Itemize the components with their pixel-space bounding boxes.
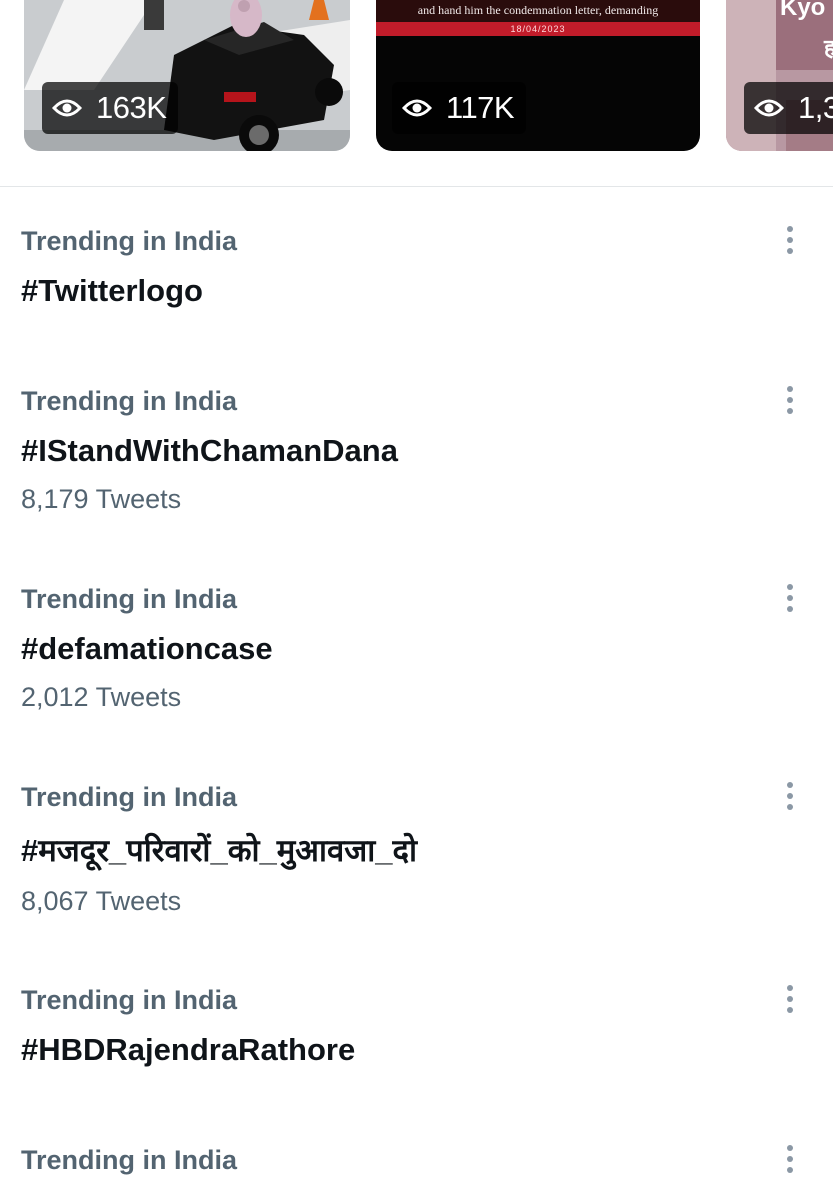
view-count-badge: 163K [42, 82, 179, 134]
tweet-count: 8,179 Tweets [21, 484, 182, 514]
trend-name: #IStandWithChamanDana [21, 433, 398, 468]
trend-context: Trending in India [21, 782, 237, 812]
eye-icon [402, 99, 432, 117]
trend-context: Trending in India [21, 584, 237, 614]
video-caption-date: 18/04/2023 [376, 22, 700, 36]
more-options-icon[interactable] [776, 380, 804, 420]
media-card-1[interactable]: 163K [24, 0, 350, 151]
more-options-icon[interactable] [776, 1139, 804, 1179]
media-card-2[interactable]: and hand him the condemnation letter, de… [376, 0, 700, 151]
eye-icon [52, 99, 82, 117]
view-count: 117K [446, 90, 515, 125]
view-count-badge: 117K [392, 82, 527, 134]
view-count: 163K [96, 90, 167, 125]
view-count-badge: 1,3 [744, 82, 833, 134]
video-caption: and hand him the condemnation letter, de… [376, 0, 700, 22]
more-options-icon[interactable] [776, 220, 804, 260]
more-options-icon[interactable] [776, 578, 804, 618]
eye-icon [754, 99, 784, 117]
more-options-icon[interactable] [776, 776, 804, 816]
trend-name: #Twitterlogo [21, 273, 203, 308]
more-options-icon[interactable] [776, 979, 804, 1019]
overlay-text: Kyo [780, 0, 826, 21]
trend-name: #मजदूर_परिवारों_को_मुआवजा_दो [21, 833, 417, 868]
media-carousel: 163K and hand him the condemnation lette… [0, 0, 833, 186]
tweet-count: 8,067 Tweets [21, 886, 182, 916]
tweet-count: 2,012 Tweets [21, 682, 182, 712]
media-card-3[interactable]: Kyo ह 1,3 [726, 0, 833, 151]
trend-context: Trending in India [21, 386, 237, 416]
trend-name: #HBDRajendraRathore [21, 1032, 356, 1067]
trend-context: Trending in India [21, 226, 237, 256]
trend-context: Trending in India [21, 1145, 237, 1175]
trend-name: #defamationcase [21, 631, 273, 666]
overlay-text-2: ह [824, 35, 833, 60]
trend-context: Trending in India [21, 985, 237, 1015]
section-divider [0, 186, 833, 187]
view-count: 1,3 [798, 90, 833, 125]
